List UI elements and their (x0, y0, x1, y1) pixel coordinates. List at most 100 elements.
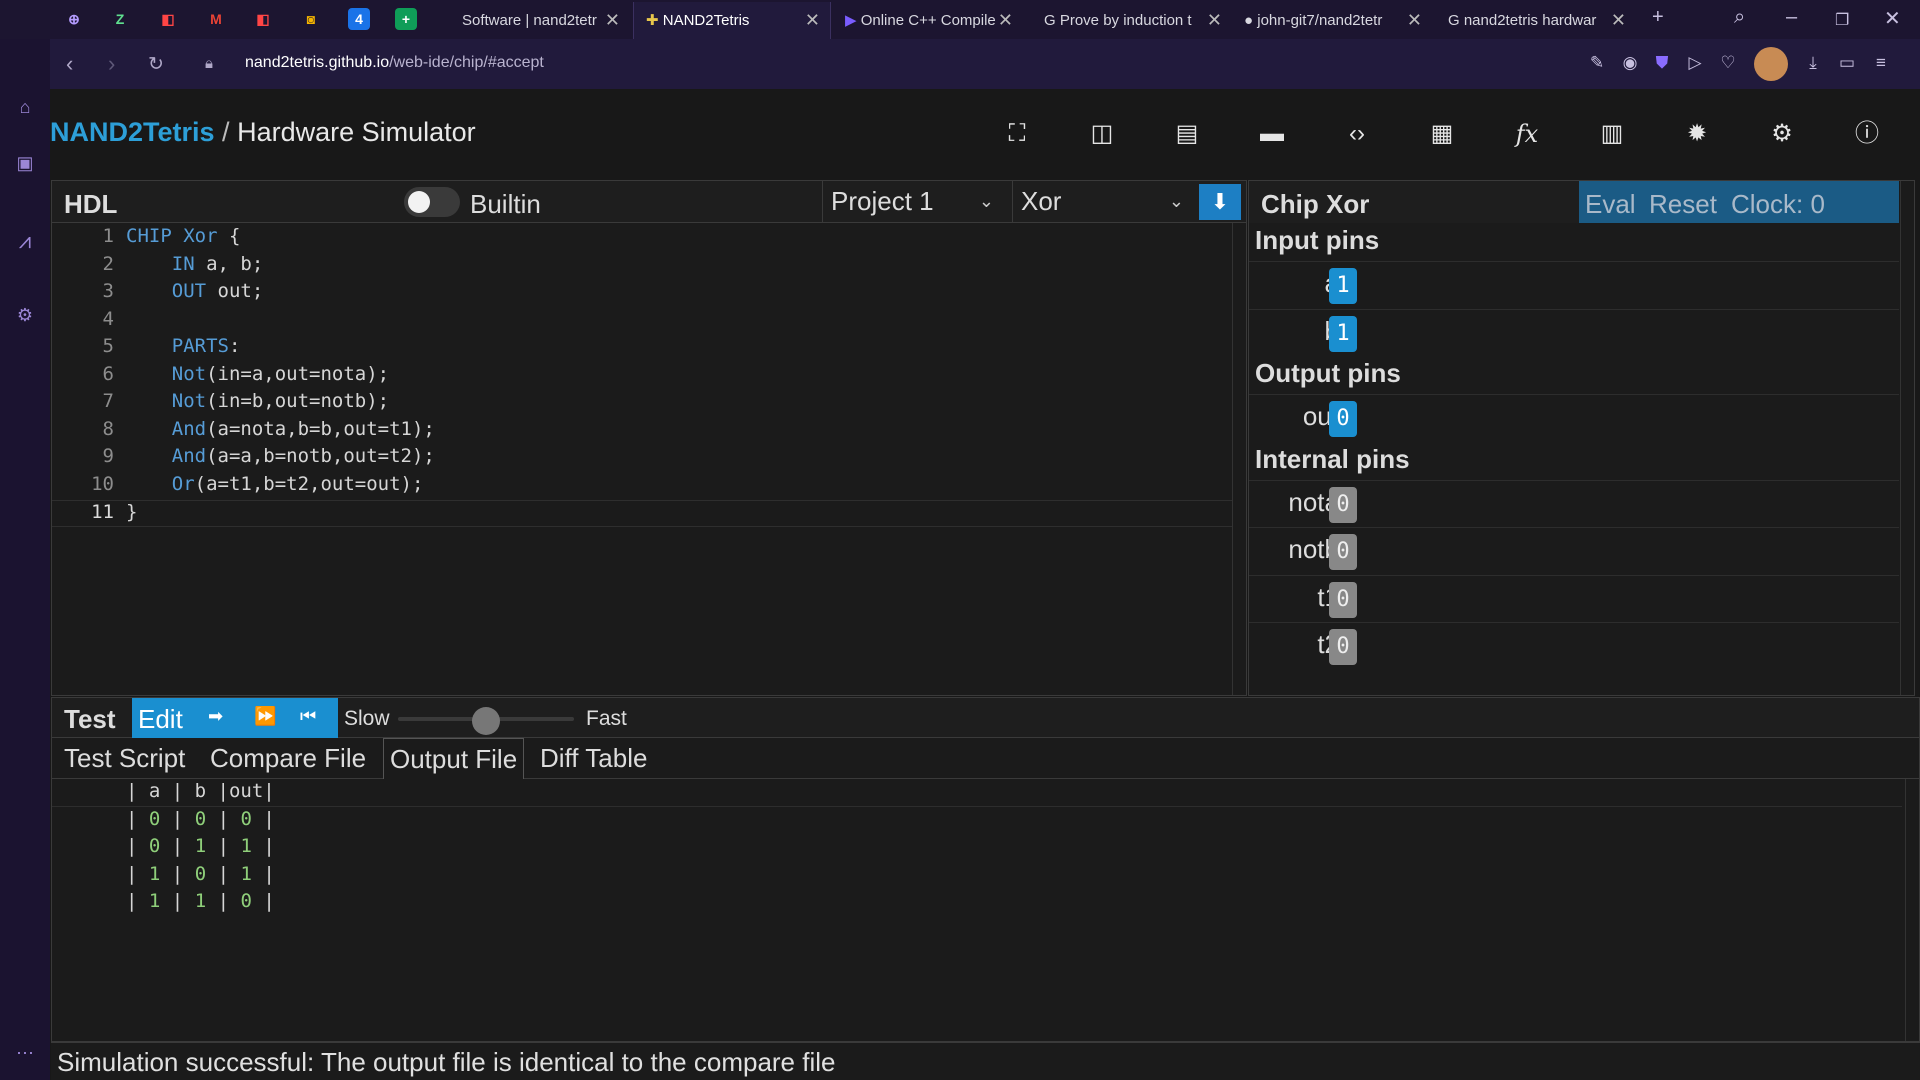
code-icon[interactable]: ‹› (1342, 119, 1372, 149)
close-window-icon[interactable]: ✕ (1884, 6, 1901, 31)
gamepad-icon[interactable]: ⊕ (63, 8, 85, 30)
grid-apps-icon[interactable]: ▦ (1427, 119, 1457, 149)
test-scrollbar[interactable] (1905, 779, 1919, 1041)
status-message: Simulation successful: The output file i… (57, 1047, 836, 1077)
panel-icon[interactable]: ▣ (12, 150, 38, 176)
pin-value: 0 (1329, 534, 1357, 570)
new-tab-icon[interactable]: + (1652, 6, 1664, 29)
tab-diff-table[interactable]: Diff Table (534, 738, 653, 778)
browser-tab[interactable]: ▶ Online C++ Compile ✕ (833, 2, 1023, 39)
bookmark-red-icon[interactable]: ◧ (157, 8, 179, 30)
camera-icon[interactable]: ◉ (1619, 52, 1641, 74)
bug-icon[interactable]: ✹ (1682, 119, 1712, 149)
monitor-icon[interactable]: ▬ (1257, 119, 1287, 149)
line-number: 9 (102, 445, 114, 467)
tab-test-script[interactable]: Test Script (58, 738, 191, 778)
rewind-icon[interactable]: ⏮ (300, 706, 316, 727)
pin-row: nota 0 (1249, 479, 1899, 527)
pin-value[interactable]: 1 (1329, 268, 1357, 304)
minimize-icon[interactable]: – (1786, 6, 1797, 29)
code-keyword: IN (126, 252, 195, 275)
cell-space (206, 890, 217, 912)
reset-button[interactable]: Reset (1649, 189, 1717, 220)
hdl-code-editor[interactable]: 1 CHIP Xor {2 IN a, b; 3 OUT out; 4 5 PARTS:… (52, 223, 1232, 695)
fast-forward-icon[interactable]: ⏩ (254, 706, 276, 727)
more-dots-icon[interactable]: ⋯ (12, 1040, 38, 1066)
avatar[interactable] (1754, 47, 1788, 81)
restore-icon[interactable]: ❐ (1835, 10, 1849, 30)
code-line: 11} (52, 500, 1232, 527)
speed-slider-handle[interactable] (472, 707, 500, 735)
battery-icon[interactable]: ▭ (1836, 52, 1858, 74)
sheets-icon[interactable]: + (395, 8, 417, 30)
code-keyword: PARTS (126, 335, 229, 357)
builtin-toggle[interactable] (404, 187, 460, 217)
browser-tab-active[interactable]: ✚ NAND2Tetris ✕ (633, 2, 831, 39)
briefcase-icon[interactable]: ⌂ (12, 94, 38, 120)
hdl-header: HDL Builtin Project 1 ⌄ Xor ⌄ ⬇ (52, 181, 1246, 223)
shield-icon[interactable]: ⛊ (1651, 52, 1673, 74)
chip-select[interactable]: Xor ⌄ (1012, 181, 1200, 222)
chip-scrollbar[interactable] (1900, 181, 1914, 695)
aria-icon[interactable]: ⩘ (12, 228, 38, 254)
url-field[interactable]: nand2tetris.github.io/web-ide/chip/#acce… (245, 54, 544, 72)
book-icon[interactable]: ▥ (1597, 119, 1627, 149)
bookmark-red-icon-2[interactable]: ◧ (252, 8, 274, 30)
tab-compare-file[interactable]: Compare File (204, 738, 372, 778)
menu-icon[interactable]: ≡ (1870, 52, 1892, 74)
code-keyword: Not (126, 390, 207, 412)
tab-output-file[interactable]: Output File (383, 738, 525, 779)
table-cell: 0 (240, 890, 252, 912)
code-text: OUT out; (126, 280, 264, 302)
clock-button[interactable]: Clock: 0 (1731, 189, 1825, 220)
tab-close-icon[interactable]: ✕ (998, 2, 1013, 39)
brand-link[interactable]: NAND2Tetris (50, 117, 215, 147)
edit-button[interactable]: Edit (138, 704, 183, 735)
builtin-label: Builtin (470, 189, 541, 219)
reload-icon[interactable]: ↻ (148, 53, 164, 76)
tab-close-icon[interactable]: ✕ (1407, 2, 1422, 39)
chip-icon[interactable]: ⛶ (1002, 119, 1032, 149)
pin-value[interactable]: 1 (1329, 315, 1357, 352)
code-text: Not(in=a,out=nota); (126, 363, 389, 385)
function-icon[interactable]: fx (1512, 119, 1542, 149)
browser-tab[interactable]: G Prove by induction t ✕ (1032, 2, 1232, 39)
settings-gear-icon[interactable]: ⚙ (12, 302, 38, 328)
page-title: Hardware Simulator (237, 117, 476, 147)
cell-separator: | (171, 890, 195, 912)
speed-fast-label: Fast (586, 707, 627, 730)
cell-space (252, 890, 263, 912)
cpu-layout-icon[interactable]: ◫ (1087, 119, 1117, 149)
edit-page-icon[interactable]: ✎ (1586, 52, 1608, 74)
chip-header: Chip Xor Eval Reset Clock: 0 (1249, 181, 1899, 223)
heart-icon[interactable]: ♡ (1717, 52, 1739, 74)
chat-icon[interactable]: ◙ (300, 8, 322, 30)
forward-icon[interactable]: › (108, 51, 115, 77)
code-rest: out; (206, 280, 264, 302)
gmail-icon[interactable]: M (205, 8, 227, 30)
search-tabs-icon[interactable]: ⌕ (1734, 6, 1745, 29)
download-icon[interactable]: ⤓ (1802, 52, 1824, 74)
project-select[interactable]: Project 1 ⌄ (822, 181, 1010, 222)
info-icon[interactable]: ⓘ (1852, 119, 1882, 149)
tab-close-icon[interactable]: ✕ (805, 2, 820, 39)
line-number: 4 (102, 307, 114, 330)
browser-tab[interactable]: G nand2tetris hardwar ✕ (1436, 2, 1636, 39)
back-icon[interactable]: ‹ (66, 51, 73, 77)
step-arrow-icon[interactable]: ➡ (208, 706, 223, 727)
assembler-list-icon[interactable]: ▤ (1172, 119, 1202, 149)
eval-button[interactable]: Eval (1585, 189, 1636, 220)
tab-close-icon[interactable]: ✕ (605, 2, 620, 39)
table-row: | 0 | 0 | 0 | (52, 808, 1902, 835)
tab-close-icon[interactable]: ✕ (1207, 2, 1222, 39)
browser-tab[interactable]: Software | nand2tetr ✕ (450, 2, 630, 39)
z-app-icon[interactable]: Z (109, 8, 131, 30)
app-header: NAND2Tetris / Hardware Simulator ⛶ ◫ ▤ ▬… (50, 89, 1920, 179)
tab-close-icon[interactable]: ✕ (1611, 2, 1626, 39)
calendar-icon[interactable]: 4 (348, 8, 370, 30)
download-arrow-icon[interactable]: ⬇ (1199, 184, 1241, 220)
hdl-scrollbar[interactable] (1232, 223, 1246, 695)
settings-icon[interactable]: ⚙ (1767, 119, 1797, 149)
browser-tab[interactable]: ● john-git7/nand2tetr ✕ (1232, 2, 1432, 39)
send-icon[interactable]: ▷ (1684, 52, 1706, 74)
